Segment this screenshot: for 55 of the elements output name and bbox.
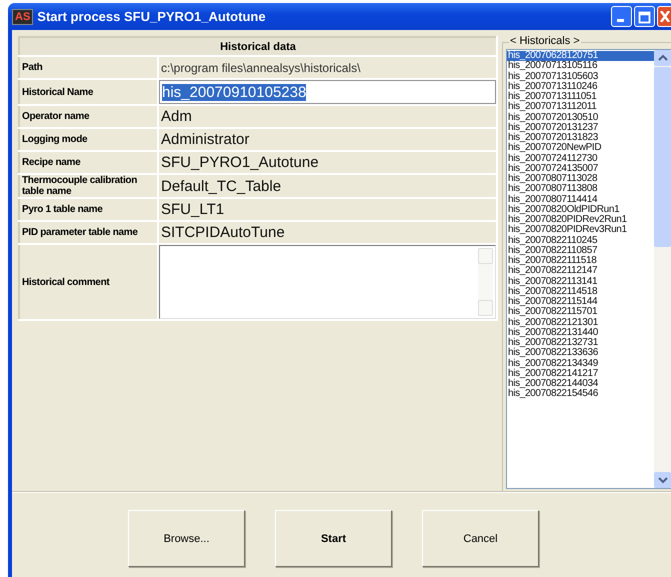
table-cell: Default_TC_Table <box>158 174 497 198</box>
field-label: Thermocouple calibration table name <box>19 174 158 198</box>
list-item[interactable]: his_20070720131237 <box>507 122 654 133</box>
field-label: Historical Name <box>19 79 158 105</box>
list-item[interactable]: his_20070713110246 <box>507 82 654 92</box>
app-logo: AS <box>12 8 34 24</box>
list-item[interactable]: his_20070807114414 <box>507 194 654 205</box>
table-header: Historical data <box>19 37 497 56</box>
list-item[interactable]: his_20070822144034 <box>507 379 654 390</box>
field-label: Logging mode <box>19 128 158 151</box>
group-label: < Historicals > <box>509 35 581 47</box>
dialog-button[interactable]: Start <box>275 510 392 567</box>
list-item[interactable]: his_20070822131440 <box>507 328 654 338</box>
list-item[interactable]: his_20070822113141 <box>507 276 654 287</box>
list-item[interactable]: his_20070822112147 <box>507 266 654 276</box>
list-item[interactable]: his_20070713105116 <box>507 61 654 72</box>
field-label: Recipe name <box>19 151 158 174</box>
dialog-button[interactable]: Browse... <box>128 510 245 567</box>
list-item[interactable]: his_20070822132731 <box>507 338 654 348</box>
list-item[interactable]: his_20070724112730 <box>507 154 654 164</box>
table-cell: Adm <box>158 105 497 128</box>
list-item[interactable]: his_20070822111518 <box>507 256 654 266</box>
table-cell: Administrator <box>158 128 497 151</box>
list-item[interactable]: his_20070820PIDRev2Run1 <box>507 215 654 226</box>
field-label: Pyro 1 table name <box>19 198 158 221</box>
list-item[interactable]: his_20070807113028 <box>507 174 654 184</box>
list-item[interactable]: his_20070822115701 <box>507 307 654 318</box>
list-item[interactable]: his_20070720NewPID <box>507 143 654 154</box>
dialog-button[interactable]: Cancel <box>422 510 539 567</box>
list-item[interactable]: his_20070713111051 <box>507 92 654 102</box>
list-item[interactable]: his_20070628120751 <box>507 51 654 62</box>
list-item[interactable]: his_20070820PIDRev3Run1 <box>507 225 654 236</box>
list-item[interactable]: his_20070822134349 <box>507 358 654 369</box>
list-item[interactable]: his_20070720131823 <box>507 133 654 144</box>
window-title: Start process SFU_PYRO1_Autotune <box>37 9 267 24</box>
table-cell: SFU_PYRO1_Autotune <box>158 151 497 174</box>
list-item[interactable]: his_20070713112011 <box>507 102 654 112</box>
list-item[interactable]: his_20070822121301 <box>507 318 654 328</box>
list-item[interactable]: his_20070713105603 <box>507 72 654 82</box>
list-item[interactable]: his_20070822141217 <box>507 368 654 379</box>
list-item[interactable]: his_20070822133636 <box>507 348 654 358</box>
table-cell: SFU_LT1 <box>158 198 497 221</box>
list-item[interactable]: his_20070720130510 <box>507 112 654 123</box>
list-item[interactable]: his_20070807113808 <box>507 184 654 194</box>
field-label: PID parameter table name <box>19 221 158 244</box>
list-item[interactable]: his_20070822110857 <box>507 246 654 256</box>
field-label: Operator name <box>19 105 158 128</box>
list-item[interactable]: his_20070822114518 <box>507 286 654 297</box>
list-item[interactable]: his_20070822110245 <box>507 236 654 246</box>
list-item[interactable]: his_20070724135007 <box>507 164 654 174</box>
list-item[interactable]: his_20070822154546 <box>507 389 654 400</box>
list-item[interactable]: his_20070820OldPIDRun1 <box>507 204 654 215</box>
field-label: Path <box>19 56 158 79</box>
input-field[interactable]: his_20070910105238 <box>159 80 496 104</box>
list-item[interactable]: his_20070822115144 <box>507 297 654 308</box>
